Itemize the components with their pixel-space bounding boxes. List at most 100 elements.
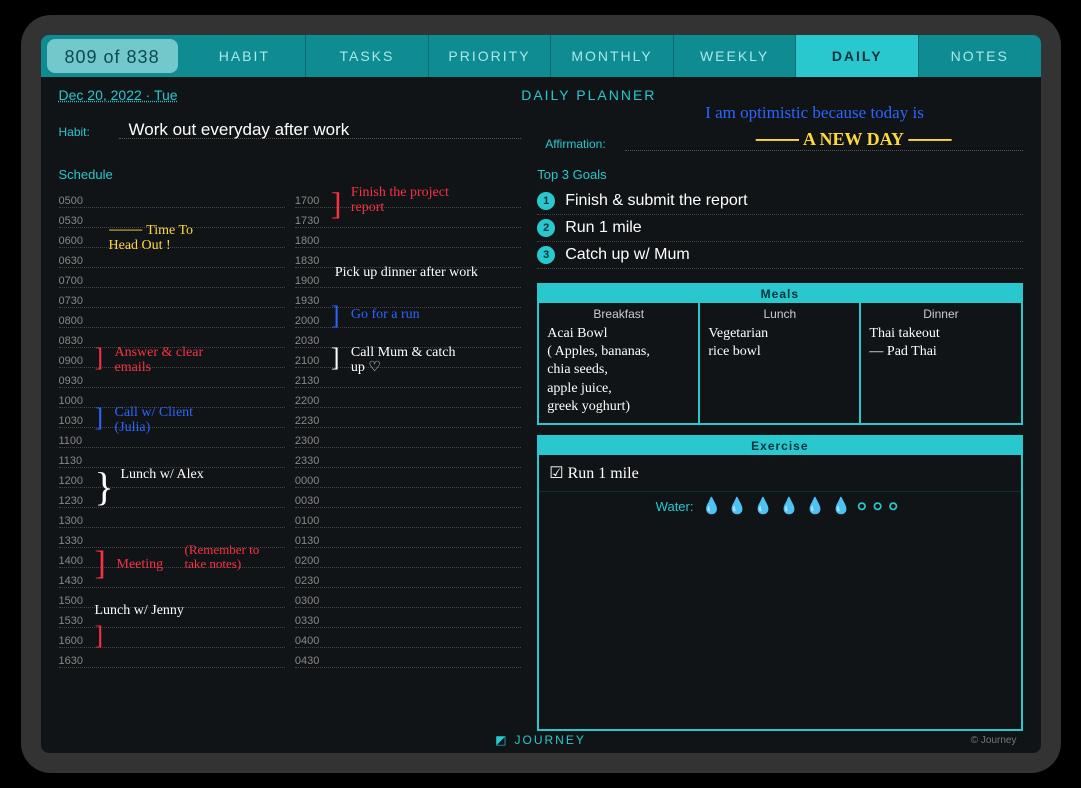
schedule-slot[interactable]: 0600: [59, 228, 285, 248]
habit-text[interactable]: Work out everyday after work: [129, 120, 350, 140]
page-counter: 809 of 838: [47, 39, 178, 73]
schedule-slot[interactable]: 0930: [59, 368, 285, 388]
tab-habit[interactable]: HABIT: [184, 35, 307, 77]
slot-time: 1700: [295, 195, 329, 207]
slot-time: 0400: [295, 635, 329, 647]
schedule-slot[interactable]: 0330: [295, 608, 521, 628]
slot-time: 1800: [295, 235, 329, 247]
schedule-slot[interactable]: 2030: [295, 328, 521, 348]
water-drop-icon[interactable]: 💧: [753, 498, 773, 515]
date-link[interactable]: Dec 20, 2022 · Tue: [59, 87, 522, 103]
schedule-slot[interactable]: 0130: [295, 528, 521, 548]
schedule-slot[interactable]: 0030: [295, 488, 521, 508]
schedule-slot[interactable]: 1100: [59, 428, 285, 448]
schedule-slot[interactable]: 0830: [59, 328, 285, 348]
schedule-slot[interactable]: 2230: [295, 408, 521, 428]
schedule-slot[interactable]: 0630: [59, 248, 285, 268]
schedule-slot[interactable]: 0230: [295, 568, 521, 588]
schedule-slot[interactable]: 1830: [295, 248, 521, 268]
goal-row[interactable]: 1 Finish & submit the report: [537, 188, 1022, 215]
slot-time: 1630: [59, 655, 93, 667]
schedule-slot[interactable]: 1600: [59, 628, 285, 648]
schedule-slot[interactable]: 1000: [59, 388, 285, 408]
schedule-slot[interactable]: 1200: [59, 468, 285, 488]
meal-breakfast[interactable]: Breakfast Acai Bowl ( Apples, bananas, c…: [539, 303, 700, 423]
schedule-slot[interactable]: 1530: [59, 608, 285, 628]
schedule-slot[interactable]: 1730: [295, 208, 521, 228]
schedule-slot[interactable]: 2300: [295, 428, 521, 448]
slot-time: 1100: [59, 435, 93, 447]
schedule-slot[interactable]: 0500: [59, 188, 285, 208]
schedule-slot[interactable]: 0730: [59, 288, 285, 308]
water-drop-icon[interactable]: 💧: [805, 498, 825, 515]
schedule-slot[interactable]: 0400: [295, 628, 521, 648]
schedule-slot[interactable]: 2000: [295, 308, 521, 328]
slot-time: 0030: [295, 495, 329, 507]
goal-row[interactable]: 3 Catch up w/ Mum: [537, 242, 1022, 269]
schedule-slot[interactable]: 2100: [295, 348, 521, 368]
slot-time: 0100: [295, 515, 329, 527]
slot-time: 0830: [59, 335, 93, 347]
schedule-slot[interactable]: 0200: [295, 548, 521, 568]
goals-label: Top 3 Goals: [537, 167, 1022, 182]
tab-priority[interactable]: PRIORITY: [429, 35, 552, 77]
tab-monthly[interactable]: MONTHLY: [551, 35, 674, 77]
schedule-slot[interactable]: 0800: [59, 308, 285, 328]
water-drop-icon[interactable]: 💧: [831, 498, 851, 515]
schedule-slot[interactable]: 0700: [59, 268, 285, 288]
slot-time: 0800: [59, 315, 93, 327]
exercise-text: ☑ Run 1 mile: [549, 465, 638, 482]
page-title: DAILY PLANNER: [521, 87, 1022, 103]
schedule-slot[interactable]: 1930: [295, 288, 521, 308]
schedule-slot[interactable]: 1130: [59, 448, 285, 468]
schedule-slot[interactable]: 2330: [295, 448, 521, 468]
schedule-slot[interactable]: 1430: [59, 568, 285, 588]
schedule-slot[interactable]: 0430: [295, 648, 521, 668]
schedule-slot[interactable]: 1300: [59, 508, 285, 528]
slot-time: 1330: [59, 535, 93, 547]
schedule-slot[interactable]: 1230: [59, 488, 285, 508]
schedule-slot[interactable]: 2130: [295, 368, 521, 388]
slot-time: 2030: [295, 335, 329, 347]
schedule-slot[interactable]: 1030: [59, 408, 285, 428]
schedule-slot[interactable]: 0900: [59, 348, 285, 368]
slot-time: 2300: [295, 435, 329, 447]
schedule-slot[interactable]: 1330: [59, 528, 285, 548]
tab-tasks[interactable]: TASKS: [306, 35, 429, 77]
schedule-col-right[interactable]: . 17001730180018301900193020002030210021…: [295, 167, 521, 731]
schedule-col-left[interactable]: Schedule 0500053006000630070007300800083…: [59, 167, 285, 731]
water-drop-icon[interactable]: ○: [888, 498, 898, 515]
slot-time: 1200: [59, 475, 93, 487]
water-drop-icon[interactable]: 💧: [701, 498, 721, 515]
schedule-slot[interactable]: 0000: [295, 468, 521, 488]
schedule-slot[interactable]: 1900: [295, 268, 521, 288]
meal-dinner[interactable]: Dinner Thai takeout — Pad Thai: [861, 303, 1020, 423]
water-drop-icon[interactable]: 💧: [727, 498, 747, 515]
tab-weekly[interactable]: WEEKLY: [674, 35, 797, 77]
water-drop-icon[interactable]: 💧: [779, 498, 799, 515]
schedule-slot[interactable]: 1400: [59, 548, 285, 568]
goal-num-2: 2: [537, 219, 555, 237]
affirmation-line2[interactable]: ⸻ A NEW DAY ⸻: [755, 125, 952, 151]
goals-list: 1 Finish & submit the report 2 Run 1 mil…: [537, 188, 1022, 269]
schedule-slot[interactable]: 2200: [295, 388, 521, 408]
meal-lunch[interactable]: Lunch Vegetarian rice bowl: [700, 303, 861, 423]
exercise-body[interactable]: ☑ Run 1 mile: [539, 455, 1020, 491]
slot-time: 1000: [59, 395, 93, 407]
slot-time: 2130: [295, 375, 329, 387]
schedule-slot[interactable]: 1800: [295, 228, 521, 248]
schedule-slot[interactable]: 1700: [295, 188, 521, 208]
goal-row[interactable]: 2 Run 1 mile: [537, 215, 1022, 242]
affirmation-line1[interactable]: I am optimistic because today is: [705, 103, 924, 123]
schedule-slot[interactable]: 0300: [295, 588, 521, 608]
water-drop-icon[interactable]: ○: [873, 498, 883, 515]
aff-decor-right: ⸻: [908, 129, 952, 149]
water-drop-icon[interactable]: ○: [857, 498, 867, 515]
schedule-slot[interactable]: 0530: [59, 208, 285, 228]
schedule-slot[interactable]: 0100: [295, 508, 521, 528]
tab-daily[interactable]: DAILY: [796, 35, 919, 77]
tab-notes[interactable]: NOTES: [919, 35, 1041, 77]
schedule-slot[interactable]: 1500: [59, 588, 285, 608]
meal-text-lunch: Vegetarian rice bowl: [708, 325, 851, 361]
schedule-slot[interactable]: 1630: [59, 648, 285, 668]
